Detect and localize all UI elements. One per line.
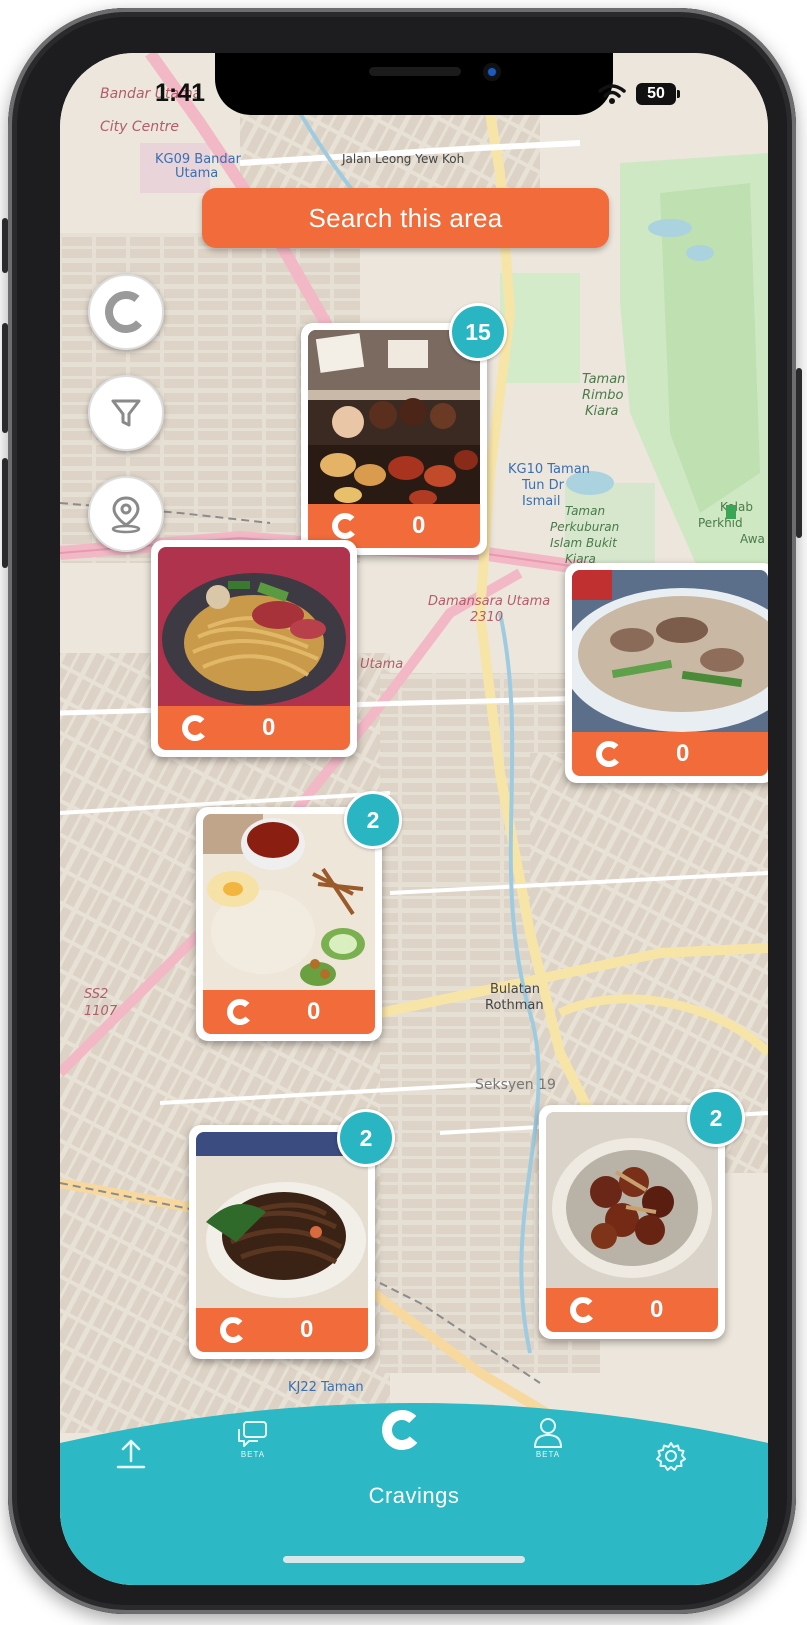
app-screen: Bandar Utama City Centre KG09 Bandar Uta… [60, 53, 768, 1585]
svg-text:Rothman: Rothman [485, 998, 544, 1013]
svg-text:Tun Dr: Tun Dr [521, 478, 565, 493]
notch [215, 53, 613, 115]
map-marker-card[interactable]: 0 [565, 563, 768, 783]
tab-settings[interactable] [655, 1440, 687, 1472]
cluster-count-badge: 2 [337, 1109, 395, 1167]
status-time: 1:41 [155, 79, 206, 107]
volume-down-button [2, 458, 8, 568]
svg-text:2310: 2310 [470, 610, 503, 625]
map-label-bulatan: Bulatan [490, 982, 540, 997]
food-photo-hokkien-mee [196, 1132, 368, 1308]
silent-switch [2, 218, 8, 273]
food-photo-nasi-lemak [203, 814, 375, 990]
my-location-button[interactable] [88, 476, 164, 552]
profile-icon [533, 1418, 563, 1448]
cravings-logo-icon [596, 741, 622, 767]
home-indicator[interactable] [283, 1556, 525, 1563]
map-label-utama: Utama [360, 657, 403, 672]
phone-frame: Bandar Utama City Centre KG09 Bandar Uta… [2, 8, 802, 1614]
cravings-count: 0 [676, 740, 690, 767]
tab-cravings[interactable] [377, 1405, 427, 1455]
cravings-logo-icon [182, 715, 208, 741]
map-label-kg09: KG09 Bandar [155, 152, 242, 167]
cravings-logo-icon [382, 1410, 422, 1450]
tab-profile[interactable]: BETA [531, 1417, 565, 1459]
beta-tag: BETA [240, 1450, 266, 1459]
map-marker-card[interactable]: 0 [151, 540, 357, 757]
front-camera [483, 63, 501, 81]
cravings-logo-icon [105, 291, 147, 333]
svg-text:Awa: Awa [740, 532, 765, 546]
earpiece-speaker [369, 67, 461, 76]
status-icons: 50 [598, 81, 680, 107]
settings-icon [656, 1442, 686, 1471]
map-marker-card[interactable]: 0 2 [539, 1089, 745, 1339]
map-label-kg10: KG10 Taman [508, 462, 590, 477]
active-tab-label: Cravings [368, 1483, 460, 1508]
cravings-logo-icon [220, 1317, 246, 1343]
street-map[interactable]: Bandar Utama City Centre KG09 Bandar Uta… [60, 53, 768, 1585]
svg-text:Kiara: Kiara [585, 404, 618, 419]
cravings-logo-button[interactable] [88, 274, 164, 350]
svg-text:Utama: Utama [175, 166, 218, 181]
cravings-count: 0 [300, 1316, 314, 1343]
map-label-ss2: SS2 [84, 987, 108, 1002]
marker-footer: 0 [572, 732, 768, 776]
wifi-icon [598, 84, 626, 104]
power-button [796, 368, 802, 538]
map-label-leong-yew-koh: Jalan Leong Yew Koh [341, 152, 464, 166]
food-photo-noodles [158, 547, 350, 706]
cravings-count: 0 [412, 512, 426, 539]
cravings-count: 0 [262, 714, 276, 741]
cravings-count: 0 [307, 998, 321, 1025]
tab-chat[interactable]: BETA [236, 1419, 270, 1459]
battery-indicator: 50 [636, 83, 680, 105]
map-marker-card[interactable]: 0 2 [189, 1109, 395, 1359]
cravings-count: 0 [650, 1296, 664, 1323]
svg-text:Ismail: Ismail [522, 494, 560, 509]
chat-icon [238, 1421, 267, 1447]
food-photo-fried-chicken [546, 1112, 718, 1288]
svg-text:Perkuburan: Perkuburan [550, 520, 619, 534]
search-this-area-button[interactable]: Search this area [202, 188, 609, 248]
cravings-logo-icon [332, 513, 358, 539]
svg-text:Islam Bukit: Islam Bukit [550, 536, 618, 550]
cluster-count-badge: 2 [344, 791, 402, 849]
volume-up-button [2, 323, 8, 433]
map-label-kelab: Kelab [720, 500, 753, 514]
cluster-count-badge: 15 [449, 303, 507, 361]
map-label-taman-rimbo: Taman [582, 372, 625, 387]
map-label-seksyen19: Seksyen 19 [475, 1077, 556, 1093]
filter-button[interactable] [88, 375, 164, 451]
cravings-logo-icon [227, 999, 253, 1025]
food-photo-desserts [308, 330, 480, 504]
cravings-logo-icon [570, 1297, 596, 1323]
upload-icon [116, 1439, 146, 1469]
filter-icon [111, 399, 141, 427]
map-label-damansara-utama: Damansara Utama [428, 594, 550, 609]
marker-footer: 0 [196, 1308, 368, 1352]
tab-upload[interactable] [114, 1435, 148, 1471]
cluster-count-badge: 2 [687, 1089, 745, 1147]
marker-footer: 0 [546, 1288, 718, 1332]
svg-text:City Centre: City Centre [100, 119, 179, 135]
map-marker-card[interactable]: 0 15 [301, 303, 507, 555]
map-marker-card[interactable]: 0 2 [196, 791, 402, 1041]
svg-text:Rimbo: Rimbo [582, 388, 624, 403]
beta-tag: BETA [535, 1450, 561, 1459]
map-label-perkuburan: Taman [565, 504, 605, 518]
svg-text:1107: 1107 [84, 1004, 118, 1019]
marker-footer: 0 [158, 706, 350, 750]
food-photo-soup [572, 570, 768, 732]
location-pin-icon [111, 496, 141, 534]
marker-footer: 0 [203, 990, 375, 1034]
